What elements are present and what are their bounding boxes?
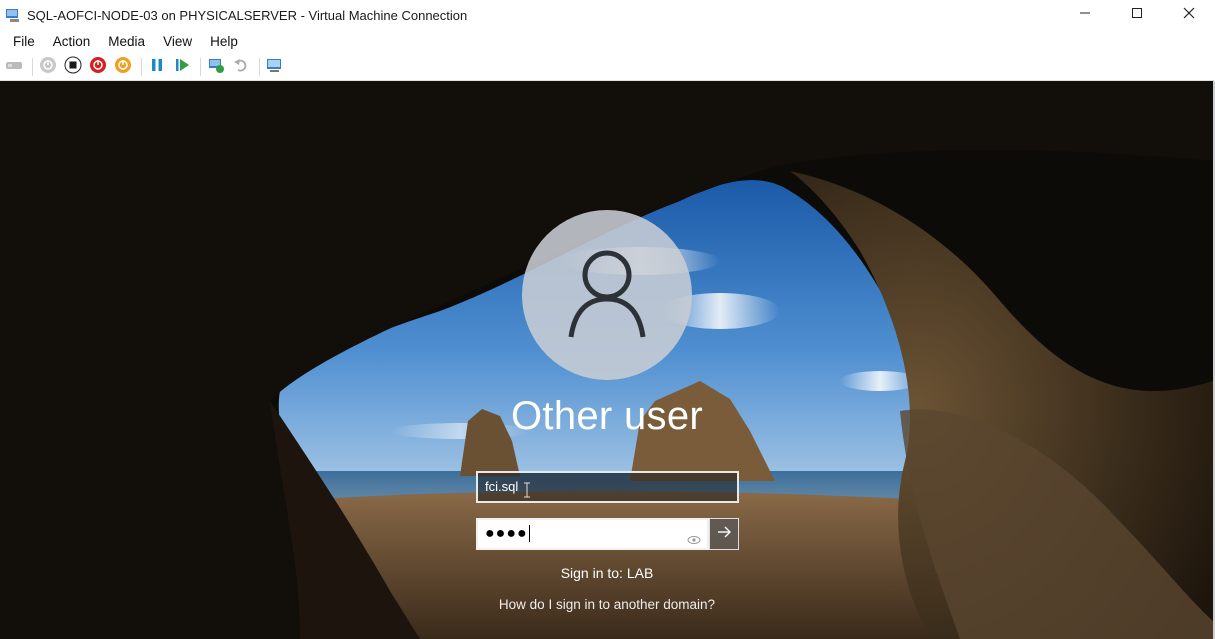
password-mask: ●●●● bbox=[485, 525, 528, 542]
checkpoint-button[interactable] bbox=[205, 56, 227, 78]
start-button[interactable] bbox=[37, 56, 59, 78]
minimize-icon bbox=[1079, 6, 1091, 24]
other-domain-link[interactable]: How do I sign in to another domain? bbox=[406, 597, 808, 612]
toolbar-separator bbox=[200, 58, 201, 76]
user-avatar bbox=[522, 210, 692, 380]
menu-view[interactable]: View bbox=[154, 30, 201, 54]
maximize-icon bbox=[1131, 6, 1143, 24]
user-display-name: Other user bbox=[511, 394, 703, 438]
reveal-password-icon[interactable] bbox=[687, 528, 701, 544]
window-title: SQL-AOFCI-NODE-03 on PHYSICALSERVER - Vi… bbox=[27, 7, 468, 23]
submit-button[interactable] bbox=[709, 518, 739, 550]
toolbar-separator bbox=[32, 58, 33, 76]
text-cursor-icon bbox=[523, 482, 531, 498]
shut-down-button[interactable] bbox=[87, 56, 109, 78]
shut-down-icon bbox=[114, 56, 132, 79]
save-button[interactable] bbox=[112, 56, 134, 78]
menu-media[interactable]: Media bbox=[99, 30, 154, 54]
text-caret bbox=[528, 525, 530, 543]
start-icon bbox=[39, 56, 57, 79]
resume-button[interactable] bbox=[171, 56, 193, 78]
menu-action[interactable]: Action bbox=[44, 30, 100, 54]
enhanced-session-icon bbox=[266, 56, 284, 79]
toolbar-separator bbox=[259, 58, 260, 76]
password-input[interactable]: ●●●● bbox=[476, 518, 709, 550]
toolbar bbox=[0, 54, 1215, 81]
user-icon bbox=[567, 247, 647, 344]
minimize-button[interactable] bbox=[1059, 0, 1111, 30]
menu-file[interactable]: File bbox=[4, 30, 44, 54]
turn-off-icon bbox=[89, 56, 107, 79]
turn-off-button[interactable] bbox=[62, 56, 84, 78]
window-controls bbox=[1059, 0, 1215, 30]
pause-icon bbox=[149, 57, 165, 78]
password-field-group: ●●●● bbox=[476, 518, 739, 550]
revert-icon bbox=[233, 57, 249, 78]
vm-connect-icon bbox=[5, 7, 21, 23]
username-input[interactable]: fci.sql bbox=[476, 471, 739, 503]
menu-bar: File Action Media View Help bbox=[0, 30, 1215, 54]
checkpoint-icon bbox=[207, 56, 225, 79]
resume-icon bbox=[174, 57, 190, 78]
maximize-button[interactable] bbox=[1111, 0, 1163, 30]
vm-display[interactable]: Other user fci.sql ●●●● Sign in to: LAB … bbox=[0, 81, 1213, 639]
ctrl-alt-del-button[interactable] bbox=[3, 56, 25, 78]
title-bar: SQL-AOFCI-NODE-03 on PHYSICALSERVER - Vi… bbox=[0, 0, 1215, 30]
arrow-right-icon bbox=[716, 525, 732, 544]
sign-in-domain-label: Sign in to: LAB bbox=[560, 565, 654, 581]
enhanced-session-button[interactable] bbox=[264, 56, 286, 78]
close-button[interactable] bbox=[1163, 0, 1215, 30]
toolbar-separator bbox=[141, 58, 142, 76]
revert-button[interactable] bbox=[230, 56, 252, 78]
ctrl-alt-del-icon bbox=[5, 58, 23, 77]
menu-help[interactable]: Help bbox=[201, 30, 247, 54]
pause-button[interactable] bbox=[146, 56, 168, 78]
close-icon bbox=[1183, 6, 1195, 24]
stop-icon bbox=[64, 56, 82, 79]
